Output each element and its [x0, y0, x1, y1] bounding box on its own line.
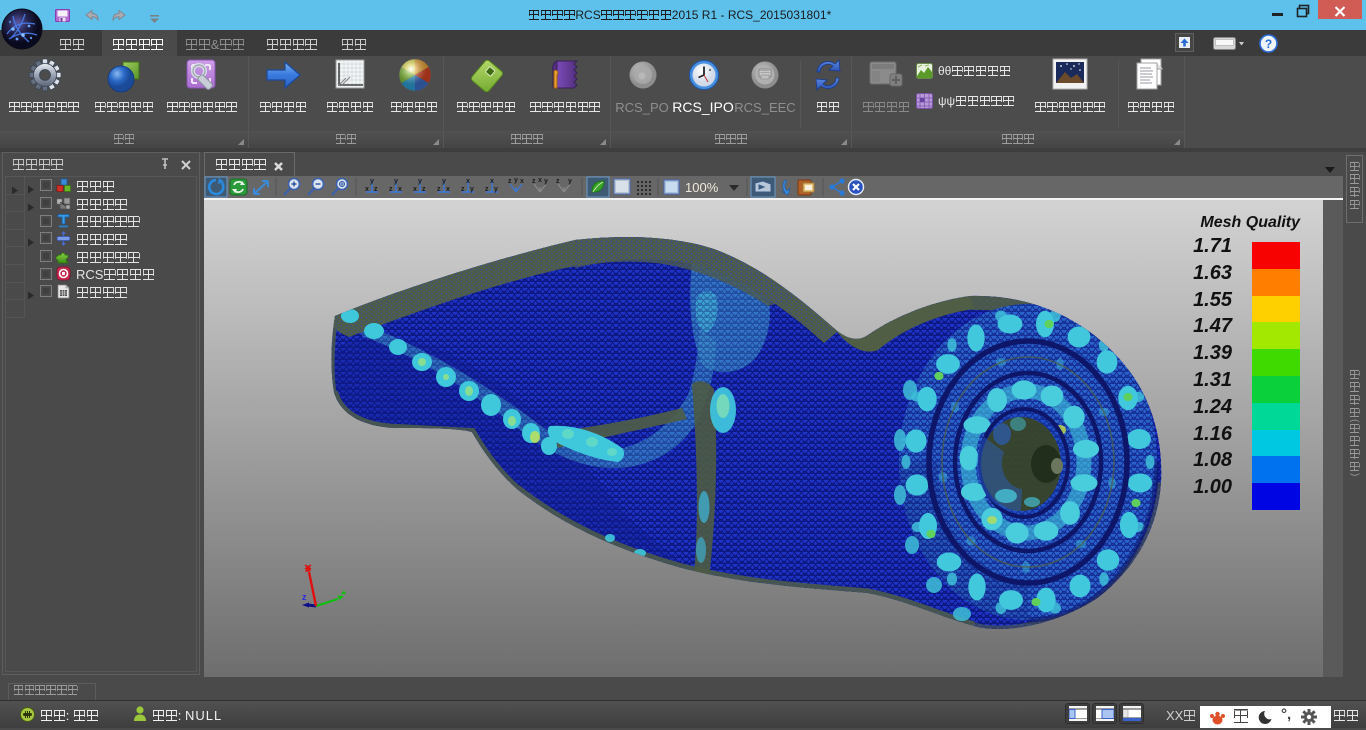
- svg-text:z: z: [374, 186, 378, 193]
- svg-text:x: x: [466, 178, 470, 185]
- svg-text:y: y: [418, 178, 422, 185]
- svg-text:x: x: [520, 178, 524, 185]
- svg-text:z: z: [389, 186, 393, 193]
- svg-text:x: x: [413, 186, 417, 193]
- svg-text:y: y: [394, 178, 398, 185]
- svg-text:z: z: [532, 178, 536, 185]
- svg-text:y: y: [514, 177, 518, 184]
- svg-text:y: y: [470, 186, 474, 193]
- svg-text:z: z: [437, 186, 441, 193]
- svg-text:z: z: [422, 186, 426, 193]
- svg-text:y: y: [370, 178, 374, 185]
- svg-text:?: ?: [1265, 37, 1272, 51]
- svg-text:x: x: [490, 178, 494, 185]
- svg-text:y: y: [442, 178, 446, 185]
- svg-text:y: y: [568, 178, 572, 185]
- svg-text:y: y: [494, 186, 498, 193]
- svg-text:x: x: [365, 186, 369, 193]
- svg-text:z: z: [461, 186, 465, 193]
- svg-text:z: z: [508, 178, 512, 185]
- svg-text:100%: 100%: [685, 180, 719, 195]
- svg-text:z: z: [302, 592, 307, 602]
- svg-text:x: x: [538, 177, 542, 184]
- svg-text:z: z: [485, 186, 489, 193]
- svg-text:x: x: [446, 186, 450, 193]
- svg-text:z: z: [556, 178, 560, 185]
- svg-text:x: x: [398, 186, 402, 193]
- svg-text:y: y: [544, 178, 548, 185]
